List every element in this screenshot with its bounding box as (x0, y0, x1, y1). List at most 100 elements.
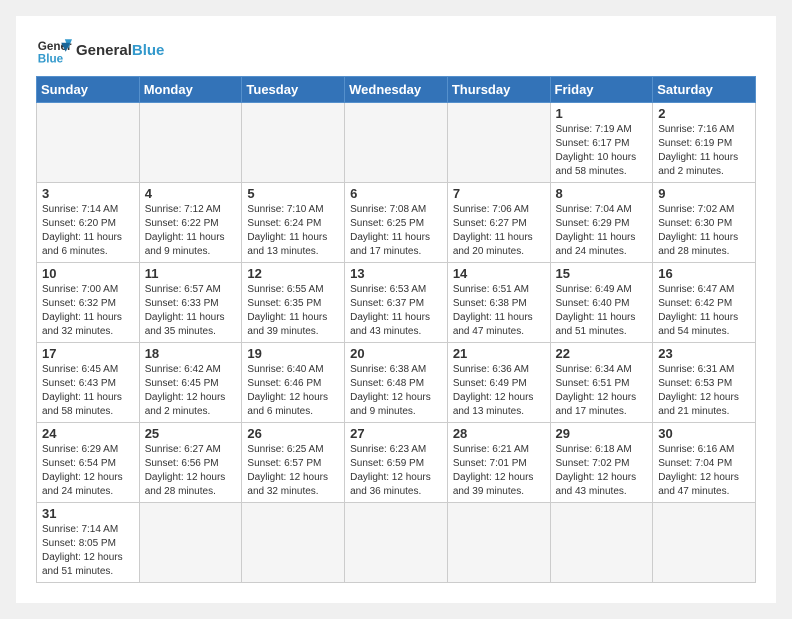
week-row-6: 31Sunrise: 7:14 AM Sunset: 8:05 PM Dayli… (37, 503, 756, 583)
calendar-cell: 10 Sunrise: 7:00 AM Sunset: 6:32 PM Dayli… (37, 263, 140, 343)
day-number: 26 (247, 426, 339, 441)
day-info: Sunrise: 6:51 AM Sunset: 6:38 PM Dayligh… (453, 283, 545, 339)
calendar-table: SundayMondayTuesdayWednesdayThursdayFrid… (36, 76, 756, 583)
calendar-cell: 19 Sunrise: 6:40 AM Sunset: 6:46 PM Dayli… (242, 343, 345, 423)
calendar-cell: 29Sunrise: 6:18 AM Sunset: 7:02 PM Dayli… (550, 423, 653, 503)
day-number: 19 (247, 346, 339, 361)
calendar-cell: 8 Sunrise: 7:04 AM Sunset: 6:29 PM Daylig… (550, 183, 653, 263)
weekday-header-sunday: Sunday (37, 77, 140, 103)
day-info: Sunrise: 6:40 AM Sunset: 6:46 PM Dayligh… (247, 363, 339, 419)
day-info: Sunrise: 6:34 AM Sunset: 6:51 PM Dayligh… (556, 363, 648, 419)
calendar-page: General Blue GeneralBlue SundayMondayTue… (16, 16, 776, 603)
day-number: 30 (658, 426, 750, 441)
calendar-cell: 3 Sunrise: 7:14 AM Sunset: 6:20 PM Daylig… (37, 183, 140, 263)
day-info: Sunrise: 6:55 AM Sunset: 6:35 PM Dayligh… (247, 283, 339, 339)
day-number: 13 (350, 266, 442, 281)
calendar-cell (242, 103, 345, 183)
day-info: Sunrise: 7:06 AM Sunset: 6:27 PM Dayligh… (453, 203, 545, 259)
logo-icon: General Blue (36, 32, 72, 68)
day-number: 6 (350, 186, 442, 201)
day-number: 20 (350, 346, 442, 361)
week-row-3: 10 Sunrise: 7:00 AM Sunset: 6:32 PM Dayli… (37, 263, 756, 343)
calendar-cell: 15Sunrise: 6:49 AM Sunset: 6:40 PM Dayli… (550, 263, 653, 343)
day-info: Sunrise: 6:36 AM Sunset: 6:49 PM Dayligh… (453, 363, 545, 419)
calendar-cell: 23Sunrise: 6:31 AM Sunset: 6:53 PM Dayli… (653, 343, 756, 423)
calendar-cell (447, 103, 550, 183)
day-number: 16 (658, 266, 750, 281)
calendar-cell: 20 Sunrise: 6:38 AM Sunset: 6:48 PM Dayli… (345, 343, 448, 423)
calendar-cell (139, 503, 242, 583)
day-number: 1 (556, 106, 648, 121)
calendar-cell: 11Sunrise: 6:57 AM Sunset: 6:33 PM Dayli… (139, 263, 242, 343)
day-number: 17 (42, 346, 134, 361)
week-row-2: 3 Sunrise: 7:14 AM Sunset: 6:20 PM Daylig… (37, 183, 756, 263)
calendar-cell: 22 Sunrise: 6:34 AM Sunset: 6:51 PM Dayli… (550, 343, 653, 423)
day-number: 24 (42, 426, 134, 441)
day-info: Sunrise: 7:12 AM Sunset: 6:22 PM Dayligh… (145, 203, 237, 259)
calendar-cell (242, 503, 345, 583)
day-info: Sunrise: 6:38 AM Sunset: 6:48 PM Dayligh… (350, 363, 442, 419)
day-number: 3 (42, 186, 134, 201)
day-info: Sunrise: 6:29 AM Sunset: 6:54 PM Dayligh… (42, 443, 134, 499)
day-info: Sunrise: 6:31 AM Sunset: 6:53 PM Dayligh… (658, 363, 750, 419)
calendar-cell: 28 Sunrise: 6:21 AM Sunset: 7:01 PM Dayli… (447, 423, 550, 503)
calendar-cell: 4 Sunrise: 7:12 AM Sunset: 6:22 PM Daylig… (139, 183, 242, 263)
weekday-header-tuesday: Tuesday (242, 77, 345, 103)
day-number: 11 (145, 266, 237, 281)
day-info: Sunrise: 6:16 AM Sunset: 7:04 PM Dayligh… (658, 443, 750, 499)
weekday-header-row: SundayMondayTuesdayWednesdayThursdayFrid… (37, 77, 756, 103)
day-number: 9 (658, 186, 750, 201)
day-number: 21 (453, 346, 545, 361)
calendar-cell (550, 503, 653, 583)
calendar-cell: 9Sunrise: 7:02 AM Sunset: 6:30 PM Daylig… (653, 183, 756, 263)
calendar-cell: 1Sunrise: 7:19 AM Sunset: 6:17 PM Daylig… (550, 103, 653, 183)
day-number: 22 (556, 346, 648, 361)
calendar-cell: 7 Sunrise: 7:06 AM Sunset: 6:27 PM Daylig… (447, 183, 550, 263)
calendar-cell: 18 Sunrise: 6:42 AM Sunset: 6:45 PM Dayli… (139, 343, 242, 423)
svg-text:Blue: Blue (38, 53, 64, 66)
week-row-4: 17Sunrise: 6:45 AM Sunset: 6:43 PM Dayli… (37, 343, 756, 423)
calendar-cell (37, 103, 140, 183)
calendar-cell: 6Sunrise: 7:08 AM Sunset: 6:25 PM Daylig… (345, 183, 448, 263)
day-info: Sunrise: 6:18 AM Sunset: 7:02 PM Dayligh… (556, 443, 648, 499)
calendar-cell: 30 Sunrise: 6:16 AM Sunset: 7:04 PM Dayli… (653, 423, 756, 503)
calendar-cell (345, 103, 448, 183)
day-number: 7 (453, 186, 545, 201)
calendar-cell: 27 Sunrise: 6:23 AM Sunset: 6:59 PM Dayli… (345, 423, 448, 503)
calendar-cell (653, 503, 756, 583)
calendar-cell: 2Sunrise: 7:16 AM Sunset: 6:19 PM Daylig… (653, 103, 756, 183)
weekday-header-monday: Monday (139, 77, 242, 103)
day-number: 12 (247, 266, 339, 281)
calendar-cell: 12 Sunrise: 6:55 AM Sunset: 6:35 PM Dayli… (242, 263, 345, 343)
calendar-cell: 13Sunrise: 6:53 AM Sunset: 6:37 PM Dayli… (345, 263, 448, 343)
day-number: 27 (350, 426, 442, 441)
day-number: 10 (42, 266, 134, 281)
day-info: Sunrise: 7:10 AM Sunset: 6:24 PM Dayligh… (247, 203, 339, 259)
day-number: 25 (145, 426, 237, 441)
day-info: Sunrise: 6:23 AM Sunset: 6:59 PM Dayligh… (350, 443, 442, 499)
day-info: Sunrise: 6:42 AM Sunset: 6:45 PM Dayligh… (145, 363, 237, 419)
calendar-cell: 25 Sunrise: 6:27 AM Sunset: 6:56 PM Dayli… (139, 423, 242, 503)
calendar-cell (447, 503, 550, 583)
day-info: Sunrise: 7:14 AM Sunset: 6:20 PM Dayligh… (42, 203, 134, 259)
day-info: Sunrise: 6:27 AM Sunset: 6:56 PM Dayligh… (145, 443, 237, 499)
calendar-cell (139, 103, 242, 183)
day-info: Sunrise: 7:04 AM Sunset: 6:29 PM Dayligh… (556, 203, 648, 259)
day-number: 28 (453, 426, 545, 441)
day-number: 8 (556, 186, 648, 201)
calendar-cell: 17Sunrise: 6:45 AM Sunset: 6:43 PM Dayli… (37, 343, 140, 423)
week-row-1: 1Sunrise: 7:19 AM Sunset: 6:17 PM Daylig… (37, 103, 756, 183)
day-info: Sunrise: 7:16 AM Sunset: 6:19 PM Dayligh… (658, 123, 750, 179)
day-number: 18 (145, 346, 237, 361)
day-info: Sunrise: 6:25 AM Sunset: 6:57 PM Dayligh… (247, 443, 339, 499)
day-info: Sunrise: 7:00 AM Sunset: 6:32 PM Dayligh… (42, 283, 134, 339)
day-number: 4 (145, 186, 237, 201)
day-number: 14 (453, 266, 545, 281)
weekday-header-saturday: Saturday (653, 77, 756, 103)
week-row-5: 24 Sunrise: 6:29 AM Sunset: 6:54 PM Dayli… (37, 423, 756, 503)
day-info: Sunrise: 6:49 AM Sunset: 6:40 PM Dayligh… (556, 283, 648, 339)
day-number: 31 (42, 506, 134, 521)
weekday-header-wednesday: Wednesday (345, 77, 448, 103)
calendar-cell: 14 Sunrise: 6:51 AM Sunset: 6:38 PM Dayli… (447, 263, 550, 343)
day-info: Sunrise: 6:21 AM Sunset: 7:01 PM Dayligh… (453, 443, 545, 499)
